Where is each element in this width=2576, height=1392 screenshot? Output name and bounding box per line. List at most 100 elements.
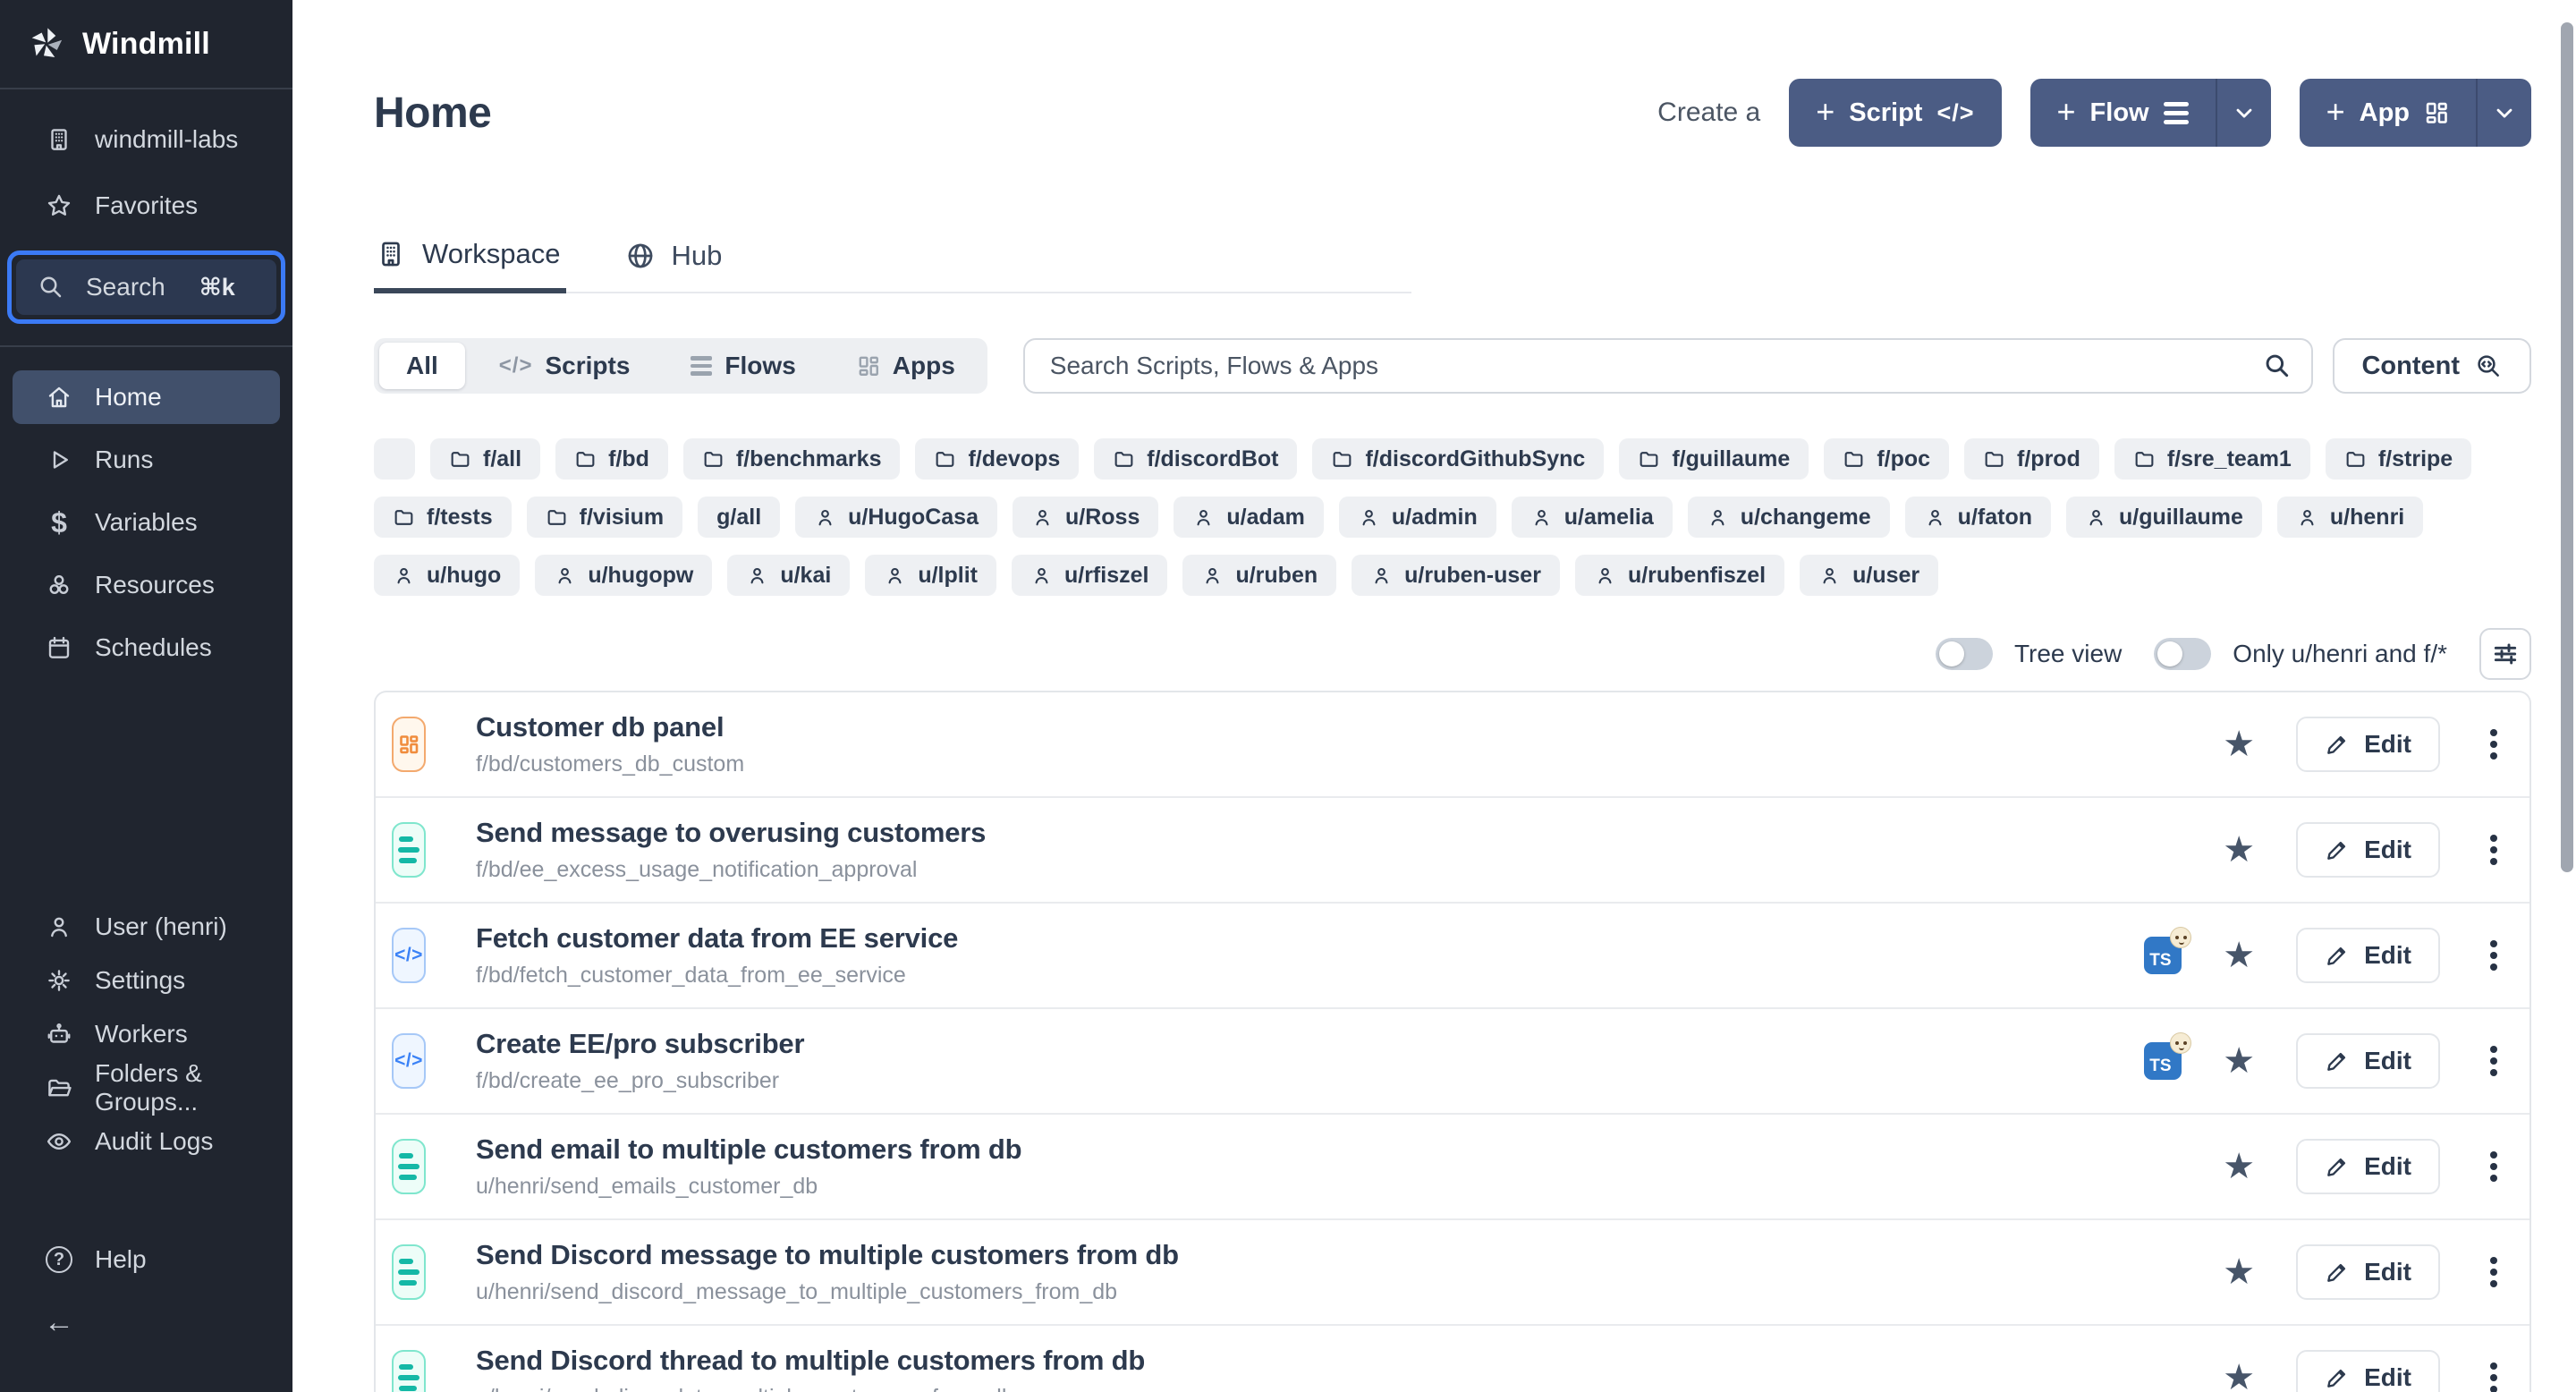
- filter-chip[interactable]: f/poc: [1824, 438, 1949, 480]
- filter-chip[interactable]: f/prod: [1964, 438, 2099, 480]
- sidebar-item-workers[interactable]: Workers: [13, 1007, 280, 1061]
- sidebar-item-runs[interactable]: Runs: [13, 433, 280, 487]
- sidebar-item-folders-groups[interactable]: Folders & Groups...: [13, 1061, 280, 1115]
- create-flow-button[interactable]: + Flow: [2030, 79, 2216, 147]
- edit-button[interactable]: Edit: [2296, 717, 2440, 772]
- filter-chip[interactable]: u/guillaume: [2066, 497, 2262, 538]
- filter-scripts[interactable]: </> Scripts: [472, 343, 657, 389]
- filter-chip[interactable]: f/sre_team1: [2114, 438, 2310, 480]
- favorite-star-icon[interactable]: ★: [2223, 1149, 2255, 1184]
- search-input[interactable]: [1023, 338, 2314, 394]
- brand[interactable]: Windmill: [0, 0, 292, 89]
- list-item[interactable]: Send Discord thread to multiple customer…: [376, 1326, 2529, 1392]
- filter-chip[interactable]: f/discordBot: [1094, 438, 1297, 480]
- edit-button[interactable]: Edit: [2296, 822, 2440, 878]
- filter-chip[interactable]: u/Ross: [1013, 497, 1158, 538]
- filter-chip[interactable]: f/benchmarks: [683, 438, 901, 480]
- filter-chip[interactable]: u/hugopw: [535, 555, 712, 596]
- edit-button[interactable]: Edit: [2296, 1244, 2440, 1300]
- display-settings-button[interactable]: [2479, 628, 2531, 680]
- kebab-menu-icon[interactable]: [2490, 1269, 2497, 1276]
- favorite-star-icon[interactable]: ★: [2223, 938, 2255, 973]
- list-item[interactable]: Customer db panel f/bd/customers_db_cust…: [376, 692, 2529, 798]
- filter-chip[interactable]: f/guillaume: [1619, 438, 1809, 480]
- sidebar-search-button[interactable]: Search ⌘k: [16, 259, 276, 315]
- sidebar-item-resources[interactable]: Resources: [13, 558, 280, 612]
- filter-chip[interactable]: u/rubenfiszel: [1575, 555, 1784, 596]
- edit-button[interactable]: Edit: [2296, 1350, 2440, 1392]
- create-app-button[interactable]: + App: [2300, 79, 2476, 147]
- app-dropdown-button[interactable]: [2476, 79, 2531, 147]
- favorite-star-icon[interactable]: ★: [2223, 1043, 2255, 1079]
- scrollbar-thumb[interactable]: [2561, 22, 2573, 872]
- workspace-selector[interactable]: windmill-labs: [13, 113, 280, 166]
- sidebar-item-schedules[interactable]: Schedules: [13, 621, 280, 675]
- workers-label: Workers: [95, 1020, 188, 1048]
- flow-icon: [392, 1350, 426, 1392]
- tab-workspace[interactable]: Workspace: [374, 238, 566, 293]
- sidebar-item-favorites[interactable]: Favorites: [13, 179, 280, 233]
- create-script-button[interactable]: + Script </>: [1789, 79, 2001, 147]
- filter-chip[interactable]: f/stripe: [2326, 438, 2471, 480]
- search-icon: [2263, 352, 2292, 380]
- filter-chip[interactable]: u/user: [1800, 555, 1938, 596]
- list-item[interactable]: Send Discord message to multiple custome…: [376, 1220, 2529, 1326]
- edit-button[interactable]: Edit: [2296, 1033, 2440, 1089]
- sidebar-item-settings[interactable]: Settings: [13, 954, 280, 1007]
- collapse-sidebar-button[interactable]: ←: [13, 1295, 280, 1349]
- sidebar-item-audit-logs[interactable]: Audit Logs: [13, 1115, 280, 1168]
- list-item[interactable]: Send email to multiple customers from db…: [376, 1115, 2529, 1220]
- filter-chip[interactable]: f/devops: [915, 438, 1079, 480]
- filter-chip[interactable]: f/tests: [374, 497, 512, 538]
- sidebar-item-variables[interactable]: $ Variables: [13, 496, 280, 549]
- kebab-menu-icon[interactable]: [2490, 1163, 2497, 1170]
- bun-icon: [2170, 927, 2191, 948]
- list-item[interactable]: </> Fetch customer data from EE service …: [376, 904, 2529, 1009]
- filter-chip[interactable]: u/adam: [1174, 497, 1324, 538]
- filter-chip[interactable]: u/admin: [1339, 497, 1496, 538]
- kebab-menu-icon[interactable]: [2490, 1374, 2497, 1381]
- sidebar-item-help[interactable]: ? Help: [13, 1233, 280, 1286]
- chip-label: u/amelia: [1564, 505, 1654, 530]
- filter-chip[interactable]: u/kai: [727, 555, 850, 596]
- sidebar-item-home[interactable]: Home: [13, 370, 280, 424]
- favorite-star-icon[interactable]: ★: [2223, 832, 2255, 868]
- sidebar-item-user[interactable]: User (henri): [13, 900, 280, 954]
- kebab-menu-icon[interactable]: [2490, 741, 2497, 748]
- kebab-menu-icon[interactable]: [2490, 846, 2497, 853]
- filter-chip[interactable]: [374, 438, 415, 480]
- filter-flows[interactable]: Flows: [664, 343, 822, 389]
- filter-chip[interactable]: f/visium: [527, 497, 682, 538]
- filter-chip[interactable]: u/lplit: [865, 555, 996, 596]
- edit-button[interactable]: Edit: [2296, 1139, 2440, 1194]
- kebab-menu-icon[interactable]: [2490, 1057, 2497, 1065]
- list-item[interactable]: Send message to overusing customers f/bd…: [376, 798, 2529, 904]
- filter-chip[interactable]: u/henri: [2277, 497, 2423, 538]
- filter-apps[interactable]: Apps: [830, 343, 982, 389]
- filter-chip[interactable]: f/all: [430, 438, 540, 480]
- filter-chip[interactable]: g/all: [698, 497, 780, 538]
- tab-hub[interactable]: Hub: [623, 238, 728, 292]
- filter-chip[interactable]: u/faton: [1905, 497, 2051, 538]
- content-search-button[interactable]: Content: [2333, 338, 2531, 394]
- favorite-star-icon[interactable]: ★: [2223, 1254, 2255, 1290]
- filter-chip[interactable]: u/hugo: [374, 555, 520, 596]
- list-item[interactable]: </> Create EE/pro subscriber f/bd/create…: [376, 1009, 2529, 1115]
- filter-chip[interactable]: u/ruben: [1182, 555, 1336, 596]
- favorite-star-icon[interactable]: ★: [2223, 1360, 2255, 1392]
- filter-chip[interactable]: u/changeme: [1688, 497, 1890, 538]
- filter-chip[interactable]: f/discordGithubSync: [1312, 438, 1604, 480]
- filter-chip[interactable]: f/bd: [555, 438, 668, 480]
- tree-view-toggle[interactable]: [1936, 638, 1993, 670]
- only-owner-toggle[interactable]: [2154, 638, 2211, 670]
- flow-dropdown-button[interactable]: [2216, 79, 2271, 147]
- filter-chip[interactable]: u/ruben-user: [1352, 555, 1560, 596]
- filter-chip[interactable]: u/HugoCasa: [795, 497, 997, 538]
- search-shortcut: ⌘k: [199, 274, 235, 301]
- kebab-menu-icon[interactable]: [2490, 952, 2497, 959]
- edit-button[interactable]: Edit: [2296, 928, 2440, 983]
- filter-chip[interactable]: u/rfiszel: [1012, 555, 1167, 596]
- favorite-star-icon[interactable]: ★: [2223, 726, 2255, 762]
- filter-all[interactable]: All: [379, 343, 465, 389]
- filter-chip[interactable]: u/amelia: [1512, 497, 1673, 538]
